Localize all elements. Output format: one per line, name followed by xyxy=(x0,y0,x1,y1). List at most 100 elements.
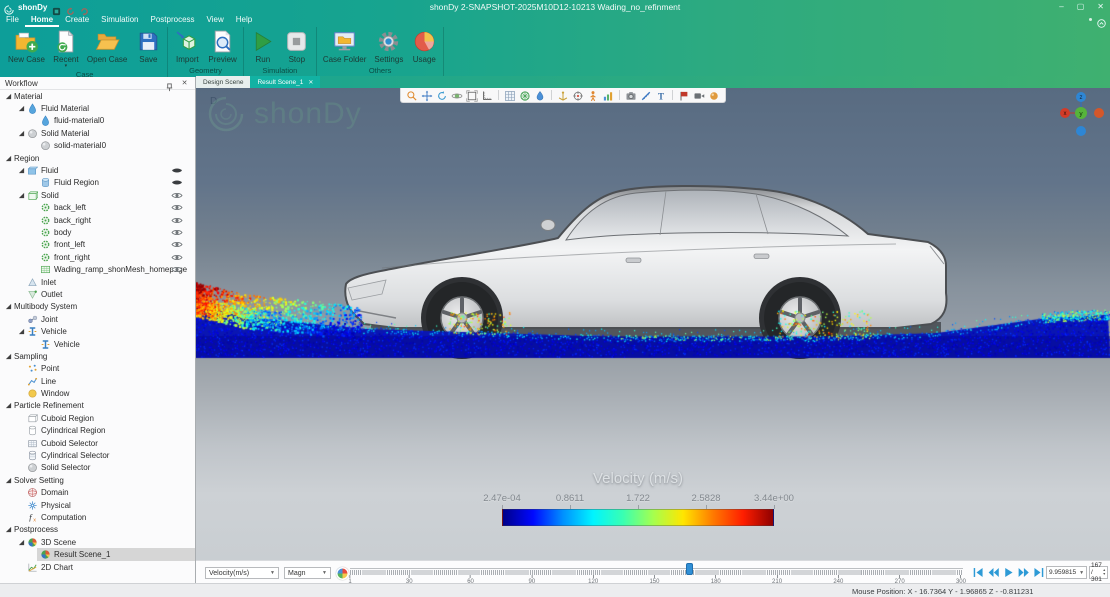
frame-slider-handle[interactable] xyxy=(686,563,693,575)
new-case-button[interactable]: New Case xyxy=(4,28,49,65)
tree-item-fluid-region[interactable]: Fluid Region xyxy=(0,177,195,189)
expander-arrow-icon[interactable] xyxy=(18,105,27,113)
tree-item-vehicle[interactable]: Vehicle xyxy=(0,338,195,350)
tree-item-window[interactable]: Window xyxy=(0,387,195,399)
tree-item-outlet[interactable]: Outlet xyxy=(0,288,195,300)
tree-item-solid-material0[interactable]: solid-material0 xyxy=(0,140,195,152)
tree-item-cylindrical-region[interactable]: Cylindrical Region xyxy=(0,425,195,437)
tree-item-material[interactable]: Material xyxy=(0,90,195,102)
open-case-button[interactable]: Open Case xyxy=(83,28,131,65)
grid-icon[interactable] xyxy=(504,89,516,101)
tree-item-joint[interactable]: Joint xyxy=(0,313,195,325)
usage-button[interactable]: Usage xyxy=(407,28,441,65)
visibility-eye-icon[interactable] xyxy=(171,203,183,212)
menu-create[interactable]: Create xyxy=(59,15,95,27)
pin-icon[interactable] xyxy=(165,79,174,88)
time-value-dropdown[interactable]: 9.959815 ▼ xyxy=(1046,566,1087,579)
pan-icon[interactable] xyxy=(421,89,433,101)
tree-item-multibody-system[interactable]: Multibody System xyxy=(0,301,195,313)
settings-button[interactable]: Settings xyxy=(370,28,407,65)
tree-item-fluid-material[interactable]: Fluid Material xyxy=(0,102,195,114)
close-panel-icon[interactable]: ✕ xyxy=(180,79,189,88)
clip-icon[interactable] xyxy=(678,89,690,101)
tree-item-cuboid-selector[interactable]: Cuboid Selector xyxy=(0,437,195,449)
tree-item-2d-chart[interactable]: 2D Chart xyxy=(0,561,195,573)
skip-to-start-button[interactable] xyxy=(972,566,985,579)
tree-item-result-scene-1[interactable]: Result Scene_1 xyxy=(0,548,195,560)
visibility-eye-icon[interactable] xyxy=(171,228,183,237)
menu-view[interactable]: View xyxy=(201,15,230,27)
expander-arrow-icon[interactable] xyxy=(18,167,27,175)
skip-to-end-button[interactable] xyxy=(1032,566,1045,579)
walk-axis-icon[interactable] xyxy=(557,89,569,101)
expander-arrow-icon[interactable] xyxy=(5,526,14,534)
particle-icon[interactable] xyxy=(708,89,720,101)
visibility-eye-icon[interactable] xyxy=(171,178,183,187)
tree-item-fluid-material0[interactable]: fluid-material0 xyxy=(0,115,195,127)
tree-item-front-right[interactable]: front_right xyxy=(0,251,195,263)
maximize-button[interactable]: ▢ xyxy=(1077,0,1085,14)
tree-item-vehicle[interactable]: Vehicle xyxy=(0,325,195,337)
expander-arrow-icon[interactable] xyxy=(5,92,14,100)
expander-arrow-icon[interactable] xyxy=(5,402,14,410)
run-button[interactable]: Run xyxy=(246,28,280,65)
minimize-button[interactable]: – xyxy=(1059,0,1063,14)
expander-arrow-icon[interactable] xyxy=(18,538,27,546)
frame-counter-spinner[interactable]: 167 / 301 ▲▼ xyxy=(1089,566,1108,579)
tree-item-particle-refinement[interactable]: Particle Refinement xyxy=(0,400,195,412)
tree-item-region[interactable]: Region xyxy=(0,152,195,164)
collapse-ribbon-icon[interactable] xyxy=(1097,15,1106,24)
fast-backward-button[interactable] xyxy=(987,566,1000,579)
tree-item-solid-selector[interactable]: Solid Selector xyxy=(0,462,195,474)
record-icon[interactable] xyxy=(693,89,705,101)
camera-icon[interactable] xyxy=(625,89,637,101)
case-folder-button[interactable]: Case Folder xyxy=(319,28,371,65)
visibility-eye-icon[interactable] xyxy=(171,265,183,274)
human-icon[interactable] xyxy=(587,89,599,101)
save-button[interactable]: Save xyxy=(131,28,165,65)
visibility-eye-icon[interactable] xyxy=(171,216,183,225)
quick-access-icon-3[interactable] xyxy=(80,3,89,12)
tree-item-solid-material[interactable]: Solid Material xyxy=(0,127,195,139)
visibility-eye-icon[interactable] xyxy=(171,240,183,249)
tree-item-line[interactable]: Line xyxy=(0,375,195,387)
close-button[interactable]: ✕ xyxy=(1097,0,1104,14)
orientation-gizmo[interactable]: z x y xyxy=(1058,90,1106,138)
zoom-select-icon[interactable] xyxy=(406,89,418,101)
tree-item-physical[interactable]: Physical xyxy=(0,499,195,511)
tree-item-back-right[interactable]: back_right xyxy=(0,214,195,226)
tree-item-solver-setting[interactable]: Solver Setting xyxy=(0,474,195,486)
quick-access-icon-2[interactable] xyxy=(66,3,75,12)
expander-arrow-icon[interactable] xyxy=(18,328,27,336)
play-button[interactable] xyxy=(1002,566,1015,579)
tree-item-front-left[interactable]: front_left xyxy=(0,239,195,251)
tab-result-scene-1[interactable]: Result Scene_1✕ xyxy=(250,76,320,88)
tree-item-sampling[interactable]: Sampling xyxy=(0,350,195,362)
menu-home[interactable]: Home xyxy=(25,15,59,27)
visibility-eye-icon[interactable] xyxy=(171,253,183,262)
tree-item-body[interactable]: body xyxy=(0,226,195,238)
close-tab-icon[interactable]: ✕ xyxy=(308,79,313,86)
menu-help[interactable]: Help xyxy=(230,15,258,27)
viewport-3d[interactable]: D shonDy T z x y Velocity (m/s) 2.47e-04… xyxy=(196,88,1110,560)
import-button[interactable]: Import xyxy=(170,28,204,65)
tree-item-3d-scene[interactable]: 3D Scene xyxy=(0,536,195,548)
recent-button[interactable]: Recent▾ xyxy=(49,28,83,69)
orbit-icon[interactable] xyxy=(451,89,463,101)
tree-item-fluid[interactable]: Fluid xyxy=(0,164,195,176)
colormap-icon[interactable] xyxy=(336,567,349,580)
frame-ruler[interactable]: 1306090120150180210240270300 xyxy=(350,561,963,584)
tree-item-cylindrical-selector[interactable]: Cylindrical Selector xyxy=(0,449,195,461)
measure-icon[interactable] xyxy=(640,89,652,101)
menu-postprocess[interactable]: Postprocess xyxy=(145,15,201,27)
preview-button[interactable]: Preview xyxy=(204,28,240,65)
component-selector-dropdown[interactable]: Magn ▼ xyxy=(284,567,331,579)
text-annotation-icon[interactable]: T xyxy=(655,89,667,101)
expander-arrow-icon[interactable] xyxy=(18,129,27,137)
expander-arrow-icon[interactable] xyxy=(5,352,14,360)
field-selector-dropdown[interactable]: Velocity(m/s) ▼ xyxy=(205,567,279,579)
tree-item-domain[interactable]: Domain xyxy=(0,487,195,499)
tree-item-back-left[interactable]: back_left xyxy=(0,202,195,214)
stop-button[interactable]: Stop xyxy=(280,28,314,65)
spinner-arrows[interactable]: ▲▼ xyxy=(1103,569,1106,576)
